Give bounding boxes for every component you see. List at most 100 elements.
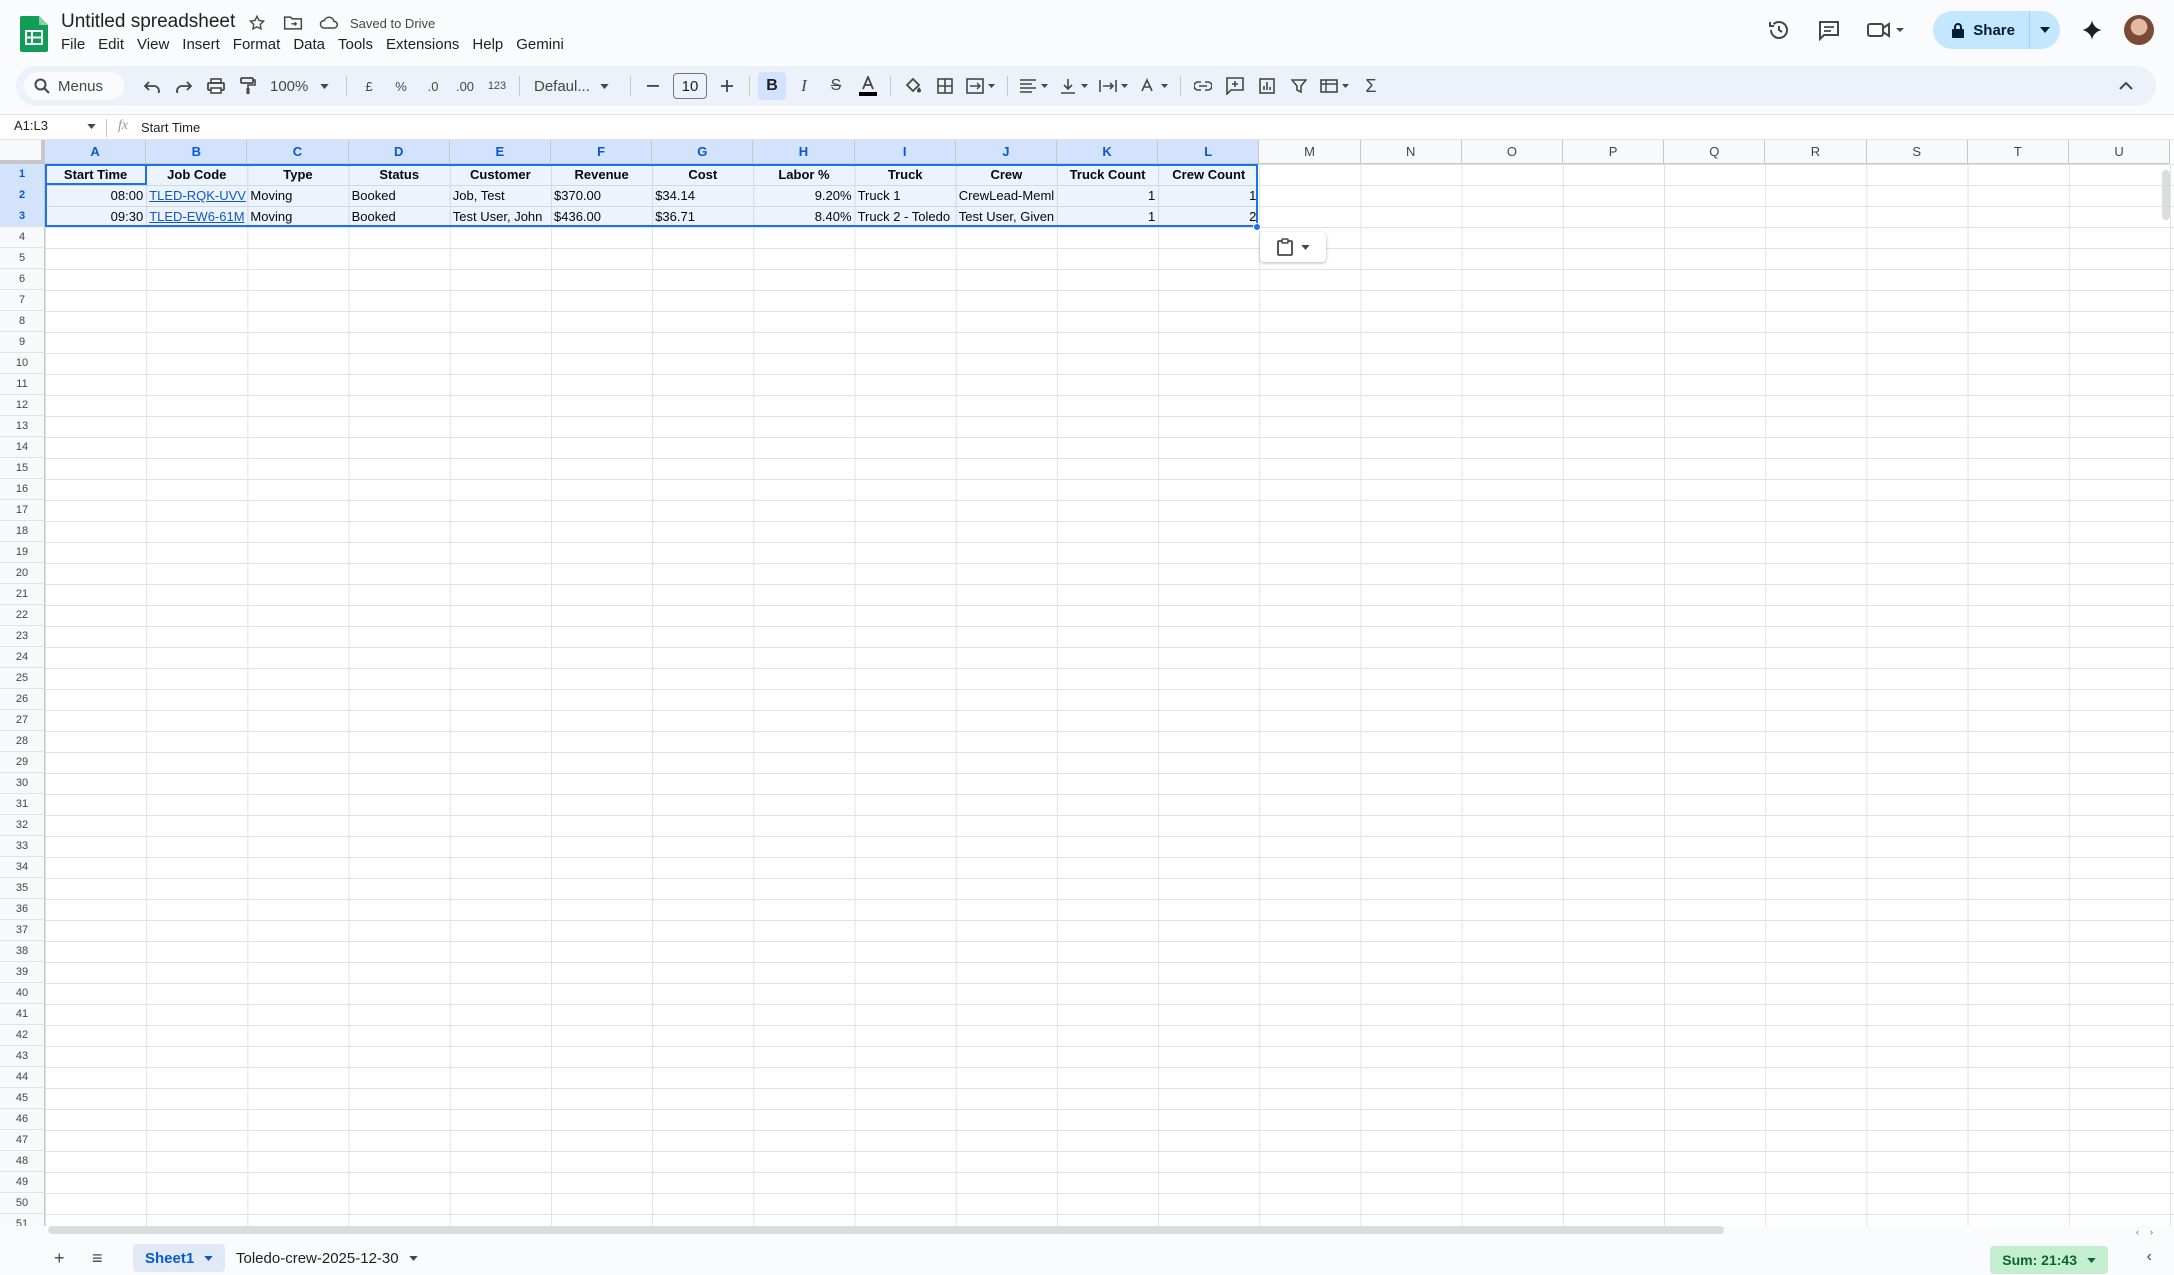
row-header-2[interactable]: 2: [0, 185, 45, 206]
decrease-font-size-icon[interactable]: [639, 72, 667, 100]
column-header-p[interactable]: P: [1563, 140, 1665, 164]
cell-c2[interactable]: Moving: [247, 185, 348, 206]
print-icon[interactable]: [202, 72, 230, 100]
fill-handle[interactable]: [1253, 223, 1261, 231]
row-header-48[interactable]: 48: [0, 1151, 45, 1172]
increase-decimal-button[interactable]: .00: [451, 72, 479, 100]
column-header-h[interactable]: H: [753, 140, 855, 164]
menu-data[interactable]: Data: [293, 36, 334, 53]
sheet-tab-toledo-crew[interactable]: Toledo-crew-2025-12-30: [224, 1244, 430, 1272]
cell-c1[interactable]: Type: [247, 164, 348, 185]
cell-l2[interactable]: 1: [1158, 185, 1259, 206]
italic-icon[interactable]: I: [790, 72, 818, 100]
zoom-select[interactable]: 100%: [270, 78, 334, 95]
hide-menus-icon[interactable]: [2112, 72, 2140, 100]
cell-d2[interactable]: Booked: [349, 185, 450, 206]
column-header-l[interactable]: L: [1158, 140, 1260, 164]
row-header-43[interactable]: 43: [0, 1046, 45, 1067]
row-header-50[interactable]: 50: [0, 1193, 45, 1214]
paste-options-button[interactable]: [1260, 232, 1326, 262]
cell-g3[interactable]: $36.71: [652, 206, 753, 227]
column-header-f[interactable]: F: [551, 140, 653, 164]
sum-indicator[interactable]: Sum: 21:43: [1990, 1246, 2108, 1274]
account-avatar[interactable]: [2124, 15, 2154, 45]
row-header-8[interactable]: 8: [0, 311, 45, 332]
all-sheets-icon[interactable]: ≡: [92, 1248, 103, 1269]
row-header-51[interactable]: 51: [0, 1214, 45, 1226]
vertical-align-icon[interactable]: [1056, 72, 1092, 100]
row-header-7[interactable]: 7: [0, 290, 45, 311]
row-header-17[interactable]: 17: [0, 500, 45, 521]
menu-tools[interactable]: Tools: [338, 36, 382, 53]
row-header-3[interactable]: 3: [0, 206, 45, 227]
column-header-e[interactable]: E: [449, 140, 551, 164]
filter-icon[interactable]: [1285, 72, 1313, 100]
cell-h3[interactable]: 8.40%: [753, 206, 854, 227]
cell-b3[interactable]: TLED-EW6-61M: [146, 206, 247, 227]
menu-search[interactable]: Menus: [24, 72, 124, 100]
sheet-tab-sheet1[interactable]: Sheet1: [133, 1244, 226, 1272]
row-header-34[interactable]: 34: [0, 857, 45, 878]
number-format-button[interactable]: 123: [483, 72, 511, 100]
share-button[interactable]: Share: [1933, 11, 2030, 49]
functions-icon[interactable]: Σ: [1357, 72, 1385, 100]
insert-chart-icon[interactable]: [1253, 72, 1281, 100]
row-header-23[interactable]: 23: [0, 626, 45, 647]
row-header-12[interactable]: 12: [0, 395, 45, 416]
menu-help[interactable]: Help: [472, 36, 512, 53]
column-header-j[interactable]: J: [955, 140, 1057, 164]
row-header-18[interactable]: 18: [0, 521, 45, 542]
comments-icon[interactable]: [1811, 12, 1847, 48]
cell-l3[interactable]: 2: [1158, 206, 1259, 227]
fill-color-icon[interactable]: [899, 72, 927, 100]
row-header-42[interactable]: 42: [0, 1025, 45, 1046]
sheets-logo-icon[interactable]: [20, 16, 48, 52]
cell-c3[interactable]: Moving: [247, 206, 348, 227]
row-header-22[interactable]: 22: [0, 605, 45, 626]
filter-views-icon[interactable]: [1317, 72, 1353, 100]
column-header-u[interactable]: U: [2069, 140, 2171, 164]
column-header-n[interactable]: N: [1360, 140, 1462, 164]
scroll-right-icon[interactable]: ›: [2150, 1227, 2153, 1237]
row-header-15[interactable]: 15: [0, 458, 45, 479]
row-header-44[interactable]: 44: [0, 1067, 45, 1088]
scroll-left-icon[interactable]: ‹: [2136, 1227, 2139, 1237]
currency-format-button[interactable]: £: [355, 72, 383, 100]
column-header-s[interactable]: S: [1866, 140, 1968, 164]
row-header-19[interactable]: 19: [0, 542, 45, 563]
meet-icon[interactable]: [1861, 12, 1911, 48]
cell-j3[interactable]: Test User, Given: [956, 206, 1057, 227]
row-header-46[interactable]: 46: [0, 1109, 45, 1130]
column-header-k[interactable]: K: [1057, 140, 1159, 164]
gemini-icon[interactable]: [2074, 12, 2110, 48]
side-panel-toggle-icon[interactable]: ‹: [2147, 1248, 2152, 1266]
chevron-down-icon[interactable]: [204, 1255, 213, 1261]
paint-format-icon[interactable]: [234, 72, 262, 100]
row-header-49[interactable]: 49: [0, 1172, 45, 1193]
bold-button[interactable]: B: [758, 72, 786, 100]
text-color-icon[interactable]: [854, 72, 882, 100]
cell-d3[interactable]: Booked: [349, 206, 450, 227]
cell-i2[interactable]: Truck 1: [855, 185, 956, 206]
cell-a2[interactable]: 08:00: [45, 185, 146, 206]
move-folder-icon[interactable]: [282, 12, 304, 34]
row-header-13[interactable]: 13: [0, 416, 45, 437]
row-header-33[interactable]: 33: [0, 836, 45, 857]
cloud-saved-icon[interactable]: [318, 12, 340, 34]
cell-g1[interactable]: Cost: [652, 164, 753, 185]
font-select[interactable]: Defaul...: [534, 78, 616, 95]
menu-view[interactable]: View: [137, 36, 178, 53]
row-header-40[interactable]: 40: [0, 983, 45, 1004]
column-header-m[interactable]: M: [1259, 140, 1361, 164]
insert-comment-icon[interactable]: [1221, 72, 1249, 100]
cell-d1[interactable]: Status: [349, 164, 450, 185]
cell-grid[interactable]: [45, 164, 2174, 1226]
cell-f2[interactable]: $370.00: [551, 185, 652, 206]
cell-a3[interactable]: 09:30: [45, 206, 146, 227]
row-header-11[interactable]: 11: [0, 374, 45, 395]
row-header-24[interactable]: 24: [0, 647, 45, 668]
menu-edit[interactable]: Edit: [98, 36, 133, 53]
cell-g2[interactable]: $34.14: [652, 185, 753, 206]
row-header-38[interactable]: 38: [0, 941, 45, 962]
row-header-21[interactable]: 21: [0, 584, 45, 605]
